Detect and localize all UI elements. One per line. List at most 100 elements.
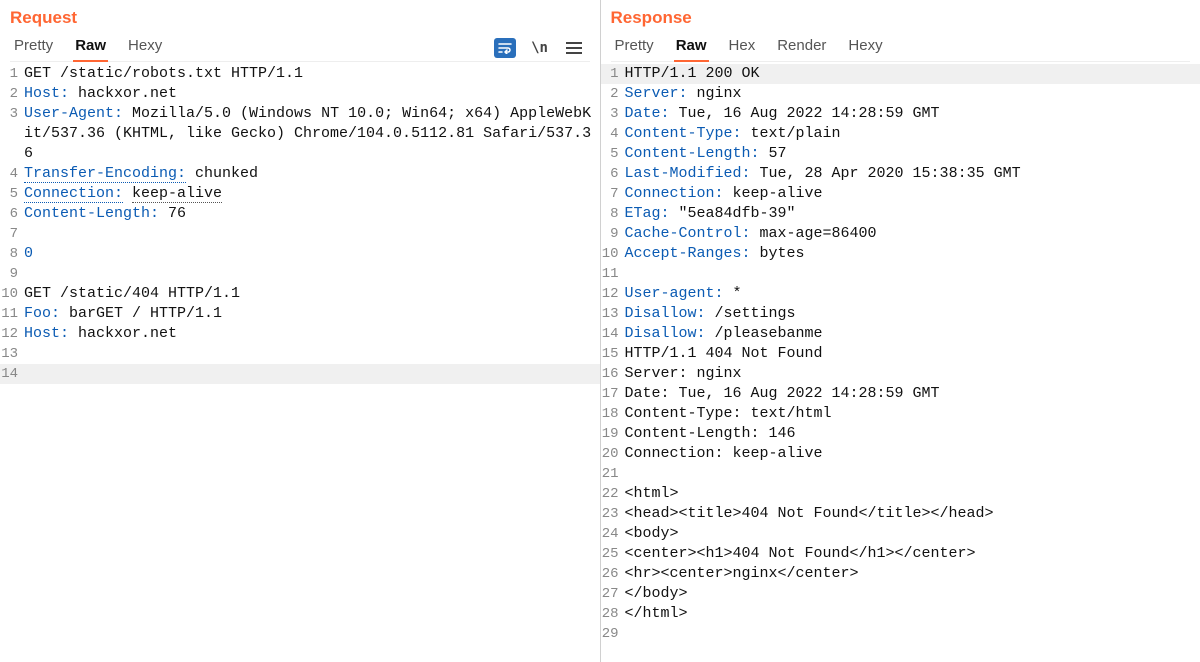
code-line[interactable]: 11: [601, 264, 1200, 284]
response-tabrow: Pretty Raw Hex Render Hexy: [611, 34, 1191, 62]
code-content[interactable]: 0: [24, 244, 600, 264]
code-content[interactable]: GET /static/robots.txt HTTP/1.1: [24, 64, 600, 84]
code-content[interactable]: Server: nginx: [625, 364, 1200, 384]
tab-raw[interactable]: Raw: [73, 35, 108, 62]
request-editor[interactable]: 1GET /static/robots.txt HTTP/1.12Host: h…: [0, 62, 600, 662]
code-line[interactable]: 80: [0, 244, 600, 264]
code-content[interactable]: User-agent: *: [625, 284, 1200, 304]
code-line[interactable]: 18Content-Type: text/html: [601, 404, 1200, 424]
code-content[interactable]: Content-Type: text/plain: [625, 124, 1200, 144]
code-content[interactable]: <center><h1>404 Not Found</h1></center>: [625, 544, 1200, 564]
code-line[interactable]: 8ETag: "5ea84dfb-39": [601, 204, 1200, 224]
code-line[interactable]: 22<html>: [601, 484, 1200, 504]
code-content[interactable]: Connection: keep-alive: [625, 444, 1200, 464]
code-line[interactable]: 7Connection: keep-alive: [601, 184, 1200, 204]
code-content[interactable]: Disallow: /settings: [625, 304, 1200, 324]
hamburger-icon[interactable]: [564, 38, 584, 58]
code-line[interactable]: 17Date: Tue, 16 Aug 2022 14:28:59 GMT: [601, 384, 1200, 404]
code-content[interactable]: Content-Type: text/html: [625, 404, 1200, 424]
code-line[interactable]: 28</html>: [601, 604, 1200, 624]
code-line[interactable]: 12User-agent: *: [601, 284, 1200, 304]
code-content[interactable]: <head><title>404 Not Found</title></head…: [625, 504, 1200, 524]
tab-hexy[interactable]: Hexy: [126, 35, 164, 60]
tab-pretty[interactable]: Pretty: [12, 35, 55, 60]
line-number: 2: [0, 84, 24, 104]
code-line[interactable]: 5Content-Length: 57: [601, 144, 1200, 164]
code-line[interactable]: 14Disallow: /pleasebanme: [601, 324, 1200, 344]
code-content[interactable]: ETag: "5ea84dfb-39": [625, 204, 1200, 224]
line-number: 23: [601, 504, 625, 524]
code-line[interactable]: 15HTTP/1.1 404 Not Found: [601, 344, 1200, 364]
code-content[interactable]: Cache-Control: max-age=86400: [625, 224, 1200, 244]
code-line[interactable]: 20Connection: keep-alive: [601, 444, 1200, 464]
request-header: Request Pretty Raw Hexy \n: [0, 0, 600, 62]
code-content[interactable]: </html>: [625, 604, 1200, 624]
code-content[interactable]: Connection: keep-alive: [24, 184, 600, 204]
code-content[interactable]: Content-Length: 76: [24, 204, 600, 224]
code-content[interactable]: Last-Modified: Tue, 28 Apr 2020 15:38:35…: [625, 164, 1200, 184]
code-content[interactable]: Foo: barGET / HTTP/1.1: [24, 304, 600, 324]
code-line[interactable]: 14: [0, 364, 600, 384]
line-number: 11: [0, 304, 24, 324]
code-content[interactable]: </body>: [625, 584, 1200, 604]
wordwrap-icon[interactable]: [494, 38, 516, 58]
code-content[interactable]: HTTP/1.1 200 OK: [625, 64, 1200, 84]
code-content[interactable]: Accept-Ranges: bytes: [625, 244, 1200, 264]
code-line[interactable]: 13: [0, 344, 600, 364]
tab-render[interactable]: Render: [775, 35, 828, 60]
code-line[interactable]: 3User-Agent: Mozilla/5.0 (Windows NT 10.…: [0, 104, 600, 164]
code-line[interactable]: 1HTTP/1.1 200 OK: [601, 64, 1200, 84]
code-content[interactable]: User-Agent: Mozilla/5.0 (Windows NT 10.0…: [24, 104, 600, 164]
code-content[interactable]: <body>: [625, 524, 1200, 544]
code-line[interactable]: 13Disallow: /settings: [601, 304, 1200, 324]
code-line[interactable]: 4Content-Type: text/plain: [601, 124, 1200, 144]
code-line[interactable]: 7: [0, 224, 600, 244]
code-line[interactable]: 6Content-Length: 76: [0, 204, 600, 224]
code-content[interactable]: Date: Tue, 16 Aug 2022 14:28:59 GMT: [625, 384, 1200, 404]
code-content[interactable]: HTTP/1.1 404 Not Found: [625, 344, 1200, 364]
code-line[interactable]: 3Date: Tue, 16 Aug 2022 14:28:59 GMT: [601, 104, 1200, 124]
code-line[interactable]: 19Content-Length: 146: [601, 424, 1200, 444]
code-content[interactable]: <hr><center>nginx</center>: [625, 564, 1200, 584]
code-line[interactable]: 26<hr><center>nginx</center>: [601, 564, 1200, 584]
code-line[interactable]: 9Cache-Control: max-age=86400: [601, 224, 1200, 244]
code-line[interactable]: 2Server: nginx: [601, 84, 1200, 104]
tab-pretty[interactable]: Pretty: [613, 35, 656, 60]
code-content[interactable]: Server: nginx: [625, 84, 1200, 104]
code-content[interactable]: Host: hackxor.net: [24, 84, 600, 104]
code-content[interactable]: Transfer-Encoding: chunked: [24, 164, 600, 184]
code-content[interactable]: Disallow: /pleasebanme: [625, 324, 1200, 344]
code-content[interactable]: GET /static/404 HTTP/1.1: [24, 284, 600, 304]
code-line[interactable]: 29: [601, 624, 1200, 644]
code-line[interactable]: 6Last-Modified: Tue, 28 Apr 2020 15:38:3…: [601, 164, 1200, 184]
code-line[interactable]: 27</body>: [601, 584, 1200, 604]
code-content[interactable]: Connection: keep-alive: [625, 184, 1200, 204]
code-line[interactable]: 21: [601, 464, 1200, 484]
code-content[interactable]: <html>: [625, 484, 1200, 504]
code-line[interactable]: 1GET /static/robots.txt HTTP/1.1: [0, 64, 600, 84]
code-line[interactable]: 5Connection: keep-alive: [0, 184, 600, 204]
code-line[interactable]: 23<head><title>404 Not Found</title></he…: [601, 504, 1200, 524]
code-line[interactable]: 9: [0, 264, 600, 284]
tab-hexy[interactable]: Hexy: [846, 35, 884, 60]
code-content[interactable]: Content-Length: 146: [625, 424, 1200, 444]
tab-hex[interactable]: Hex: [727, 35, 758, 60]
code-line[interactable]: 2Host: hackxor.net: [0, 84, 600, 104]
newline-icon[interactable]: \n: [530, 38, 550, 58]
code-line[interactable]: 12Host: hackxor.net: [0, 324, 600, 344]
response-editor[interactable]: 1HTTP/1.1 200 OK2Server: nginx3Date: Tue…: [601, 62, 1200, 662]
code-line[interactable]: 11Foo: barGET / HTTP/1.1: [0, 304, 600, 324]
code-content[interactable]: Content-Length: 57: [625, 144, 1200, 164]
code-line[interactable]: 24<body>: [601, 524, 1200, 544]
code-content[interactable]: Date: Tue, 16 Aug 2022 14:28:59 GMT: [625, 104, 1200, 124]
code-line[interactable]: 16Server: nginx: [601, 364, 1200, 384]
line-number: 24: [601, 524, 625, 544]
code-line[interactable]: 10GET /static/404 HTTP/1.1: [0, 284, 600, 304]
code-line[interactable]: 25<center><h1>404 Not Found</h1></center…: [601, 544, 1200, 564]
response-title: Response: [611, 4, 1191, 34]
code-line[interactable]: 10Accept-Ranges: bytes: [601, 244, 1200, 264]
code-line[interactable]: 4Transfer-Encoding: chunked: [0, 164, 600, 184]
code-content[interactable]: Host: hackxor.net: [24, 324, 600, 344]
tab-raw[interactable]: Raw: [674, 35, 709, 62]
line-number: 9: [601, 224, 625, 244]
